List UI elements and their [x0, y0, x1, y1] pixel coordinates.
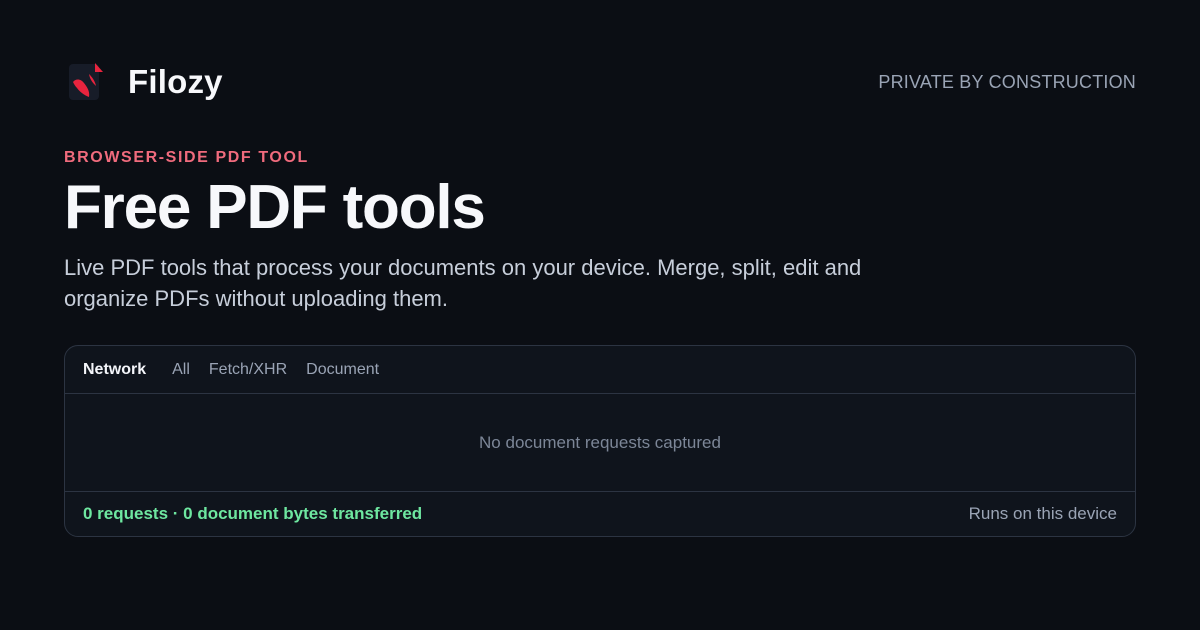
hero-eyebrow: BROWSER-SIDE PDF TOOL	[64, 149, 309, 166]
brand-tagline: PRIVATE BY CONSTRUCTION	[878, 72, 1136, 92]
filozy-logo-icon	[64, 60, 108, 104]
brand-name: Filozy	[128, 63, 223, 100]
hero-description: Live PDF tools that process your documen…	[64, 255, 862, 311]
device-note: Runs on this device	[968, 504, 1117, 523]
page: Filozy PRIVATE BY CONSTRUCTION BROWSER-S…	[64, 0, 1136, 630]
page-title: Free PDF tools	[64, 173, 486, 242]
empty-state-message: No document requests captured	[479, 433, 721, 452]
network-panel: Network All Fetch/XHR Document No docume…	[64, 345, 1136, 537]
tab-network[interactable]: Network	[83, 361, 146, 379]
request-stats: 0 requests · 0 document bytes transferre…	[83, 504, 423, 523]
network-status-bar: 0 requests · 0 document bytes transferre…	[65, 491, 1135, 536]
tab-fetch-xhr[interactable]: Fetch/XHR	[209, 361, 287, 379]
network-tabs: Network All Fetch/XHR Document	[65, 346, 1135, 394]
tab-all[interactable]: All	[172, 361, 190, 379]
brand[interactable]: Filozy	[64, 58, 223, 106]
network-request-list: No document requests captured	[65, 395, 1135, 491]
header: Filozy PRIVATE BY CONSTRUCTION	[64, 58, 1136, 106]
tab-document[interactable]: Document	[306, 361, 379, 379]
